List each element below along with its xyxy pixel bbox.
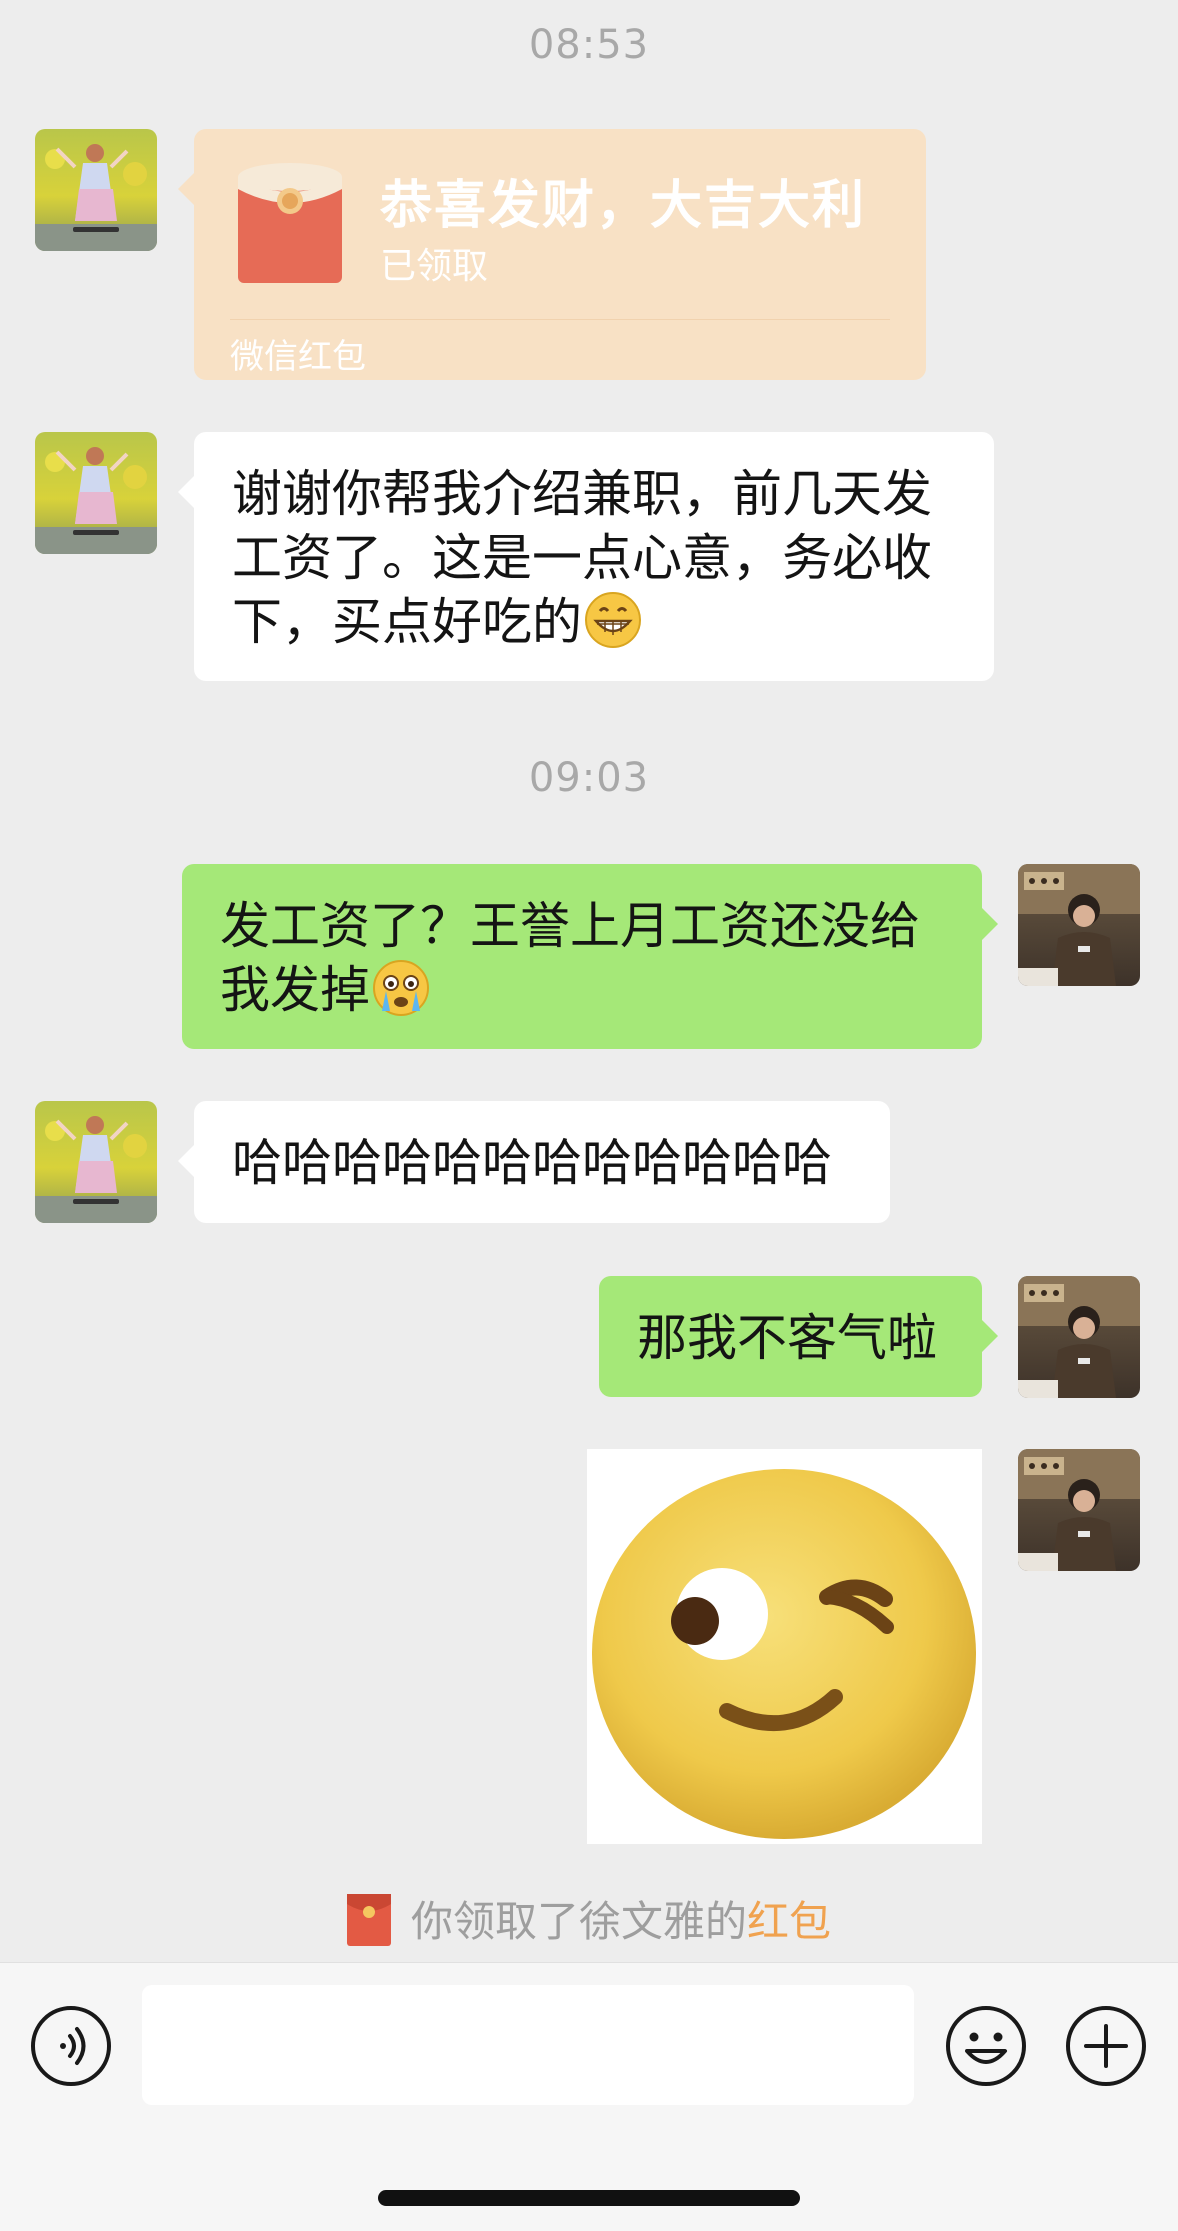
notice-text: 你领取了徐文雅的: [410, 1897, 747, 1946]
message-text: 哈哈哈哈哈哈哈哈哈哈哈哈: [232, 1134, 832, 1192]
timestamp: 09:03: [528, 755, 650, 801]
message-bubble[interactable]: 谢谢你帮我介绍兼职，前几天发工资了。这是一点心意，务必收下，买点好吃的: [178, 432, 994, 681]
grinning-emoji-icon: [585, 592, 641, 648]
red-packet-icon: [346, 1894, 391, 1946]
wink-sticker-icon: [592, 1469, 976, 1839]
system-notice: 你领取了徐文雅的红包: [0, 1888, 1178, 1949]
wink-sticker[interactable]: [587, 1449, 982, 1844]
emoji-icon: [946, 2006, 1026, 2086]
message-bubble[interactable]: 哈哈哈哈哈哈哈哈哈哈哈哈: [178, 1101, 890, 1223]
crying-emoji-icon: [373, 960, 429, 1016]
emoji-button[interactable]: [945, 2005, 1027, 2087]
message-bubble[interactable]: 发工资了？王誉上月工资还没给我发掉: [182, 864, 998, 1049]
timestamp: 08:53: [528, 22, 650, 68]
red-packet-card[interactable]: 恭喜发财，大吉大利 已领取 微信红包: [178, 129, 926, 380]
my-avatar[interactable]: [1018, 1449, 1140, 1571]
home-indicator[interactable]: [378, 2190, 800, 2206]
contact-avatar[interactable]: [35, 432, 157, 554]
message-text: 那我不客气啦: [637, 1309, 937, 1367]
my-avatar[interactable]: [1018, 1276, 1140, 1398]
contact-avatar[interactable]: [35, 129, 157, 251]
divider: [230, 319, 890, 320]
voice-button[interactable]: [30, 2005, 112, 2087]
message-text: 谢谢你帮我介绍兼职，前几天发工资了。这是一点心意，务必收下，买点好吃的: [232, 465, 932, 651]
contact-avatar[interactable]: [35, 1101, 157, 1223]
plus-button[interactable]: [1065, 2005, 1147, 2087]
red-packet-title: 恭喜发财，大吉大利: [380, 176, 867, 236]
red-packet-footer: 微信红包: [230, 337, 366, 377]
message-input[interactable]: [142, 1985, 914, 2105]
voice-icon: [31, 2006, 111, 2086]
red-envelope-icon: [238, 163, 342, 283]
message-text: 发工资了？王誉上月工资还没给我发掉: [220, 897, 920, 1019]
message-bubble[interactable]: 那我不客气啦: [599, 1276, 998, 1397]
plus-icon: [1066, 2006, 1146, 2086]
red-packet-link[interactable]: 红包: [747, 1897, 831, 1946]
my-avatar[interactable]: [1018, 864, 1140, 986]
red-packet-status: 已领取: [380, 246, 489, 287]
